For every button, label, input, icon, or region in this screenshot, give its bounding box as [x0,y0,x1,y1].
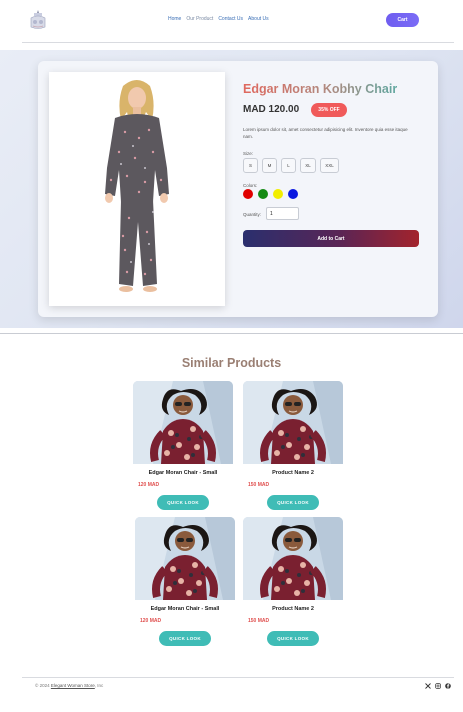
store-logo[interactable] [28,9,48,31]
social-links [425,682,451,689]
header-divider [22,42,454,43]
colors-label: Colors: [243,183,258,188]
size-xxl-button[interactable]: XXL [320,158,339,173]
similar-product-name: Product Name 2 [272,606,314,612]
copyright-suffix: , Inc [94,683,104,688]
quick-look-button[interactable]: QUICK LOOK [267,495,319,510]
similar-product-price: 150 MAD [248,618,270,624]
copyright-year: © 2024 [35,683,50,688]
product-image [49,72,225,306]
discount-badge: 35% OFF [311,103,347,117]
similar-product-image[interactable] [135,517,235,600]
similar-product-name: Product Name 2 [272,470,314,476]
color-options [243,189,298,199]
product-card: Edgar Moran Kobhy Chair MAD 120.00 35% O… [38,61,438,317]
similar-product-image[interactable] [243,517,343,600]
nav-contact-us[interactable]: Contact Us [218,16,243,22]
main-nav: Home Our Product Contact Us About Us [168,16,269,22]
store-link[interactable]: Elegant Woman Store [51,683,95,688]
similar-product-name: Edgar Moran Chair - Small [148,470,218,476]
product-hero: Edgar Moran Kobhy Chair MAD 120.00 35% O… [0,50,463,328]
color-swatch-blue[interactable] [288,189,298,199]
add-to-cart-button[interactable]: Add to Cart [243,230,419,247]
nav-our-product[interactable]: Our Product [186,16,213,22]
product-title: Edgar Moran Kobhy Chair [243,82,398,96]
quick-look-button[interactable]: QUICK LOOK [267,631,319,646]
cart-button[interactable]: Cart [386,13,419,27]
size-l-button[interactable]: L [281,158,296,173]
similar-products-title: Similar Products [181,356,282,370]
similar-product-price: 150 MAD [248,482,270,488]
color-swatch-yellow[interactable] [273,189,283,199]
instagram-icon[interactable] [435,682,441,689]
size-s-button[interactable]: S [243,158,258,173]
similar-product-price: 120 MAD [138,482,160,488]
facebook-icon[interactable] [445,682,451,689]
quick-look-button[interactable]: QUICK LOOK [159,631,211,646]
size-options: S M L XL XXL [243,158,339,173]
similar-product-name: Edgar Moran Chair - Small [150,606,220,612]
footer-copyright: © 2024 Elegant Woman Store, Inc [35,683,103,688]
quantity-input[interactable] [266,207,299,220]
size-xl-button[interactable]: XL [300,158,316,173]
size-m-button[interactable]: M [262,158,277,173]
similar-product-image[interactable] [243,381,343,464]
product-description: Lorem ipsum dolor sit, amet consectetur … [243,127,408,139]
footer-divider [22,677,454,678]
color-swatch-red[interactable] [243,189,253,199]
size-label: Size: [243,151,254,156]
nav-home[interactable]: Home [168,16,181,22]
nav-about-us[interactable]: About Us [248,16,269,22]
similar-product-image[interactable] [133,381,233,464]
section-divider [0,333,463,334]
color-swatch-green[interactable] [258,189,268,199]
page: Home Our Product Contact Us About Us Car… [0,0,463,712]
quick-look-button[interactable]: QUICK LOOK [157,495,209,510]
product-price: MAD 120.00 [243,104,300,115]
site-header: Home Our Product Contact Us About Us Car… [0,0,463,42]
quantity-label: Quantity: [243,212,262,217]
x-icon[interactable] [425,682,431,689]
similar-product-price: 120 MAD [140,618,162,624]
